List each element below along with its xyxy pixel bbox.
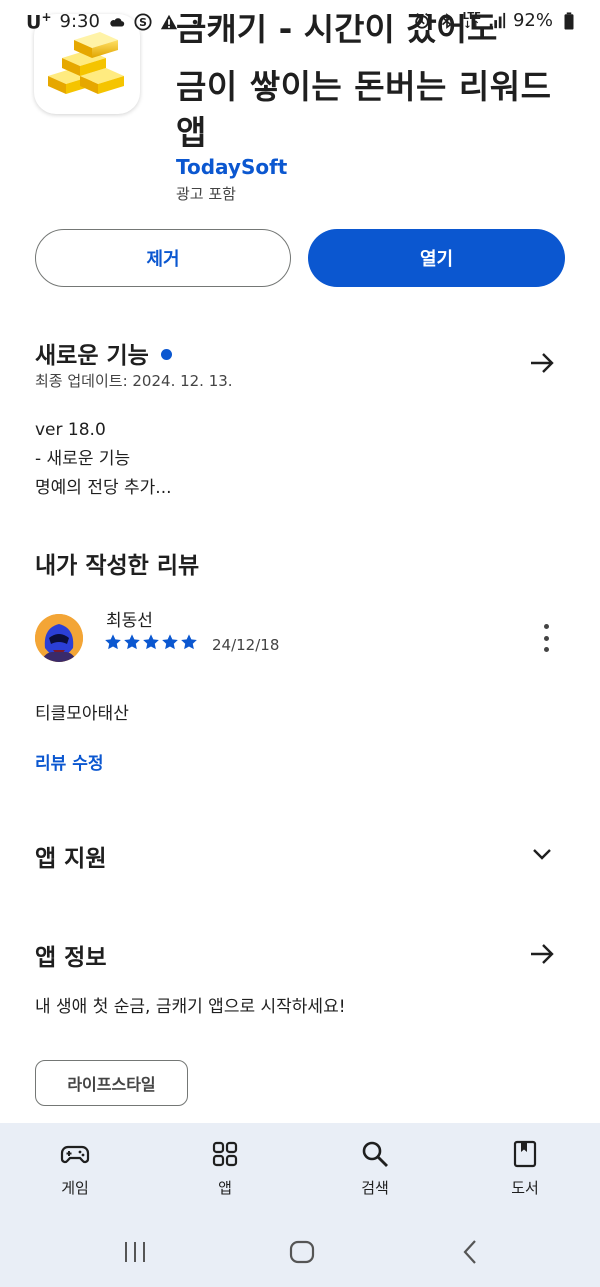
reviewer-name: 최동선 (106, 611, 153, 631)
review-date: 24/12/18 (212, 636, 280, 654)
star-icon (124, 634, 140, 650)
whats-new-title: 새로운 기능 (35, 343, 149, 369)
release-note-line: ver 18.0 (35, 420, 106, 440)
gamepad-icon (60, 1145, 90, 1164)
s-pay-icon: S (134, 13, 152, 31)
bottom-navigation: 게임 앱 검색 도서 (0, 1123, 600, 1287)
nav-label: 검색 (361, 1179, 389, 1197)
status-bar: U+ 9:30 S LTE ↓↑ 92% (0, 0, 600, 44)
nav-item-books[interactable]: 도서 (485, 1139, 565, 1198)
review-text: 티클모아태산 (35, 704, 129, 724)
apps-grid-icon (212, 1141, 238, 1167)
avatar (35, 614, 83, 662)
home-icon[interactable] (287, 1239, 317, 1265)
system-navigation-bar (0, 1227, 600, 1277)
book-icon (513, 1140, 537, 1168)
category-chip[interactable]: 라이프스타일 (35, 1060, 188, 1106)
nav-label: 도서 (511, 1179, 539, 1197)
signal-icon (489, 12, 506, 28)
notification-dot-icon (192, 19, 198, 24)
bluetooth-icon (441, 12, 452, 29)
edit-review-link[interactable]: 리뷰 수정 (35, 749, 103, 774)
nav-item-search[interactable]: 검색 (335, 1139, 415, 1198)
lte-indicator: LTE ↓↑ (462, 10, 481, 31)
app-title-line-3: 앱 (176, 113, 207, 152)
star-rating (104, 633, 198, 651)
recent-apps-icon[interactable] (120, 1239, 150, 1265)
release-notes: ver 18.0 - 새로운 기능 명예의 전당 추가... (35, 416, 172, 503)
new-indicator-dot (160, 349, 172, 360)
carrier-label: U+ (26, 10, 52, 34)
release-note-line: - 새로운 기능 (35, 449, 131, 469)
review-more-options-icon[interactable] (538, 624, 554, 652)
nav-label: 게임 (61, 1179, 89, 1197)
helmet-avatar-icon (35, 614, 83, 662)
my-review-title: 내가 작성한 리뷰 (35, 553, 200, 579)
whats-new-header[interactable]: 새로운 기능 (35, 336, 172, 370)
star-icon (162, 634, 178, 650)
release-note-line: 명예의 전당 추가... (35, 478, 172, 498)
star-icon (105, 634, 121, 650)
developer-link[interactable]: TodaySoft (176, 155, 287, 179)
app-description: 내 생애 첫 순금, 금캐기 앱으로 시작하세요! (35, 997, 346, 1017)
svg-text:S: S (139, 16, 147, 29)
app-info-title[interactable]: 앱 정보 (35, 938, 107, 972)
remove-button[interactable]: 제거 (35, 229, 291, 287)
battery-percent: 92% (512, 10, 553, 31)
app-info-arrow-icon[interactable] (528, 940, 556, 968)
open-button[interactable]: 열기 (308, 229, 565, 287)
cloud-icon (110, 17, 125, 27)
search-icon (362, 1141, 388, 1167)
last-updated-label: 최종 업데이트: 2024. 12. 13. (35, 372, 233, 390)
app-support-title[interactable]: 앱 지원 (35, 839, 107, 873)
nav-item-games[interactable]: 게임 (35, 1139, 115, 1198)
back-icon[interactable] (456, 1239, 486, 1265)
ads-label: 광고 포함 (176, 185, 236, 203)
nav-item-apps[interactable]: 앱 (185, 1139, 265, 1198)
battery-icon (564, 11, 574, 30)
status-bar-left: U+ 9:30 S (26, 10, 204, 33)
nav-label: 앱 (218, 1179, 232, 1197)
whats-new-arrow-icon[interactable] (528, 349, 556, 377)
star-icon (143, 634, 159, 650)
clock: 9:30 (59, 11, 100, 33)
warning-icon (160, 14, 178, 29)
chevron-down-icon[interactable] (528, 840, 556, 868)
app-title-line-2: 금이 쌓이는 돈버는 리워드 (176, 67, 552, 106)
star-icon (181, 634, 197, 650)
status-bar-right: LTE ↓↑ 92% (413, 10, 578, 31)
alarm-icon (414, 12, 429, 29)
